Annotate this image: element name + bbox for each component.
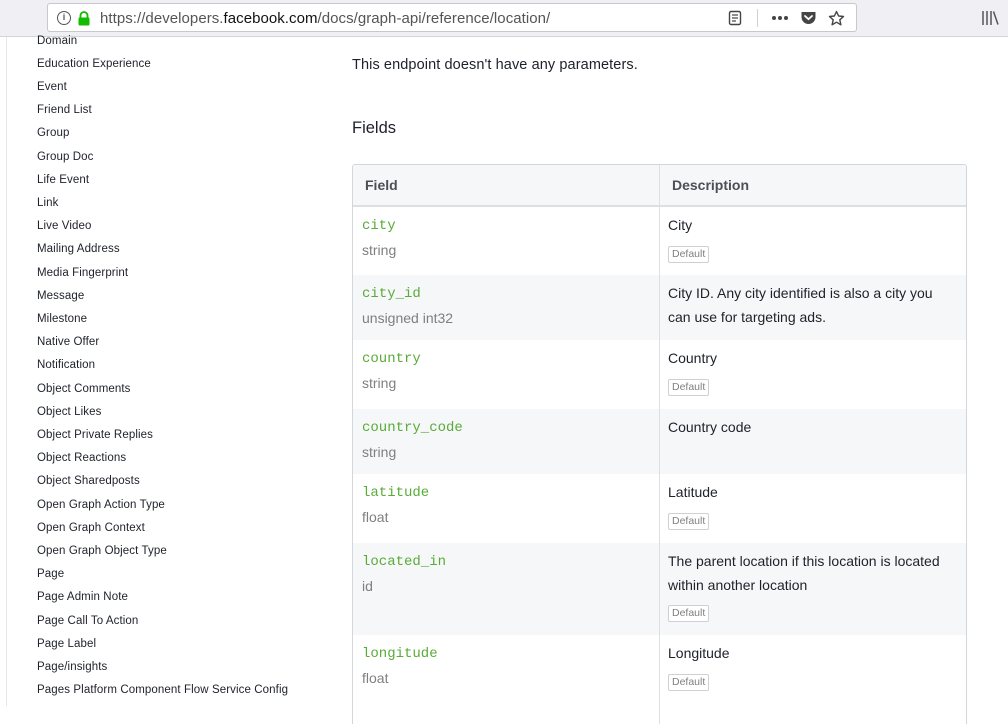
- sidebar-item-media-fingerprint[interactable]: Media Fingerprint: [37, 267, 128, 279]
- field-description: Country: [668, 350, 718, 366]
- sidebar-item-group[interactable]: Group: [37, 127, 69, 139]
- browser-toolbar: i https://developers.facebook.com/docs/g…: [0, 0, 1008, 37]
- default-badge: Default: [668, 379, 710, 396]
- default-badge: Default: [668, 605, 710, 622]
- reader-view-icon[interactable]: [725, 8, 745, 28]
- sidebar-item-object-reactions[interactable]: Object Reactions: [37, 452, 126, 464]
- sidebar-item-object-sharedposts[interactable]: Object Sharedposts: [37, 475, 140, 487]
- url-bar-actions: [721, 8, 850, 28]
- bookmark-star-icon[interactable]: [826, 8, 846, 28]
- field-type: string: [362, 375, 397, 391]
- sidebar-item-page-insights[interactable]: Page/insights: [37, 661, 107, 673]
- field-name: longitude: [362, 646, 438, 662]
- sidebar-item-live-video[interactable]: Live Video: [37, 220, 92, 232]
- field-type: float: [362, 670, 389, 686]
- field-name: country: [362, 351, 421, 367]
- lock-icon[interactable]: [77, 11, 91, 26]
- field-name: city: [362, 218, 396, 234]
- sidebar-item-open-graph-action-type[interactable]: Open Graph Action Type: [37, 499, 165, 511]
- sidebar-item-object-private-replies[interactable]: Object Private Replies: [37, 429, 153, 441]
- field-type: float: [362, 509, 389, 525]
- header-description: Description: [672, 177, 750, 193]
- header-field: Field: [365, 177, 398, 193]
- field-type: string: [362, 444, 397, 460]
- field-description: Longitude: [668, 645, 730, 661]
- info-icon[interactable]: i: [57, 11, 71, 25]
- field-type: id: [362, 578, 373, 594]
- url-separator: [757, 9, 758, 27]
- field-name: latitude: [362, 485, 430, 501]
- sidebar-item-notification[interactable]: Notification: [37, 359, 95, 371]
- field-description: The parent location if this location is …: [668, 553, 940, 593]
- field-description: City ID. Any city identified is also a c…: [668, 285, 933, 325]
- sidebar-item-page-call-to-action[interactable]: Page Call To Action: [37, 615, 138, 627]
- url-text[interactable]: https://developers.facebook.com/docs/gra…: [100, 10, 550, 27]
- sidebar-item-open-graph-object-type[interactable]: Open Graph Object Type: [37, 545, 167, 557]
- fields-table: Field Description city string City Defau…: [352, 164, 967, 724]
- library-icon[interactable]: [980, 8, 1000, 28]
- field-description: City: [668, 217, 693, 233]
- sidebar-item-page-label[interactable]: Page Label: [37, 638, 96, 650]
- sidebar-item-education-experience[interactable]: Education Experience: [37, 58, 151, 70]
- sidebar-item-native-offer[interactable]: Native Offer: [37, 336, 99, 348]
- no-parameters-text: This endpoint doesn't have any parameter…: [352, 57, 638, 73]
- sidebar-item-milestone[interactable]: Milestone: [37, 313, 87, 325]
- sidebar-item-page[interactable]: Page: [37, 568, 64, 580]
- sidebar-item-event[interactable]: Event: [37, 81, 67, 93]
- default-badge: Default: [668, 513, 710, 530]
- sidebar-item-message[interactable]: Message: [37, 290, 84, 302]
- sidebar-item-group-doc[interactable]: Group Doc: [37, 151, 94, 163]
- sidebar-item-friend-list[interactable]: Friend List: [37, 104, 92, 116]
- field-type: unsigned int32: [362, 310, 454, 326]
- sidebar-item-open-graph-context[interactable]: Open Graph Context: [37, 522, 145, 534]
- sidebar-item-life-event[interactable]: Life Event: [37, 174, 89, 186]
- pocket-icon[interactable]: [798, 8, 818, 28]
- fields-heading: Fields: [352, 119, 397, 137]
- more-actions-icon[interactable]: [770, 8, 790, 28]
- sidebar-item-link[interactable]: Link: [37, 197, 59, 209]
- field-type: string: [362, 242, 397, 258]
- url-host: facebook.com: [223, 10, 318, 27]
- column-divider: [659, 165, 660, 724]
- field-name: city_id: [362, 286, 421, 302]
- url-bar[interactable]: i https://developers.facebook.com/docs/g…: [47, 3, 857, 32]
- default-badge: Default: [668, 246, 710, 263]
- sidebar-item-mailing-address[interactable]: Mailing Address: [37, 243, 120, 255]
- sidebar-item-domain[interactable]: Domain: [37, 35, 77, 47]
- url-path: /docs/graph-api/reference/location/: [317, 10, 551, 27]
- field-name: country_code: [362, 420, 463, 436]
- sidebar-item-object-comments[interactable]: Object Comments: [37, 383, 131, 395]
- field-description: Latitude: [668, 484, 718, 500]
- sidebar-nav: Domain Education Experience Event Friend…: [0, 35, 330, 706]
- sidebar-item-object-likes[interactable]: Object Likes: [37, 406, 101, 418]
- field-description: Country code: [668, 419, 752, 435]
- default-badge: Default: [668, 674, 710, 691]
- field-name: located_in: [362, 554, 447, 570]
- url-prefix: https://developers.: [100, 10, 224, 27]
- sidebar-item-page-admin-note[interactable]: Page Admin Note: [37, 591, 128, 603]
- sidebar-item-pages-platform-component-flow-service-config[interactable]: Pages Platform Component Flow Service Co…: [37, 684, 288, 696]
